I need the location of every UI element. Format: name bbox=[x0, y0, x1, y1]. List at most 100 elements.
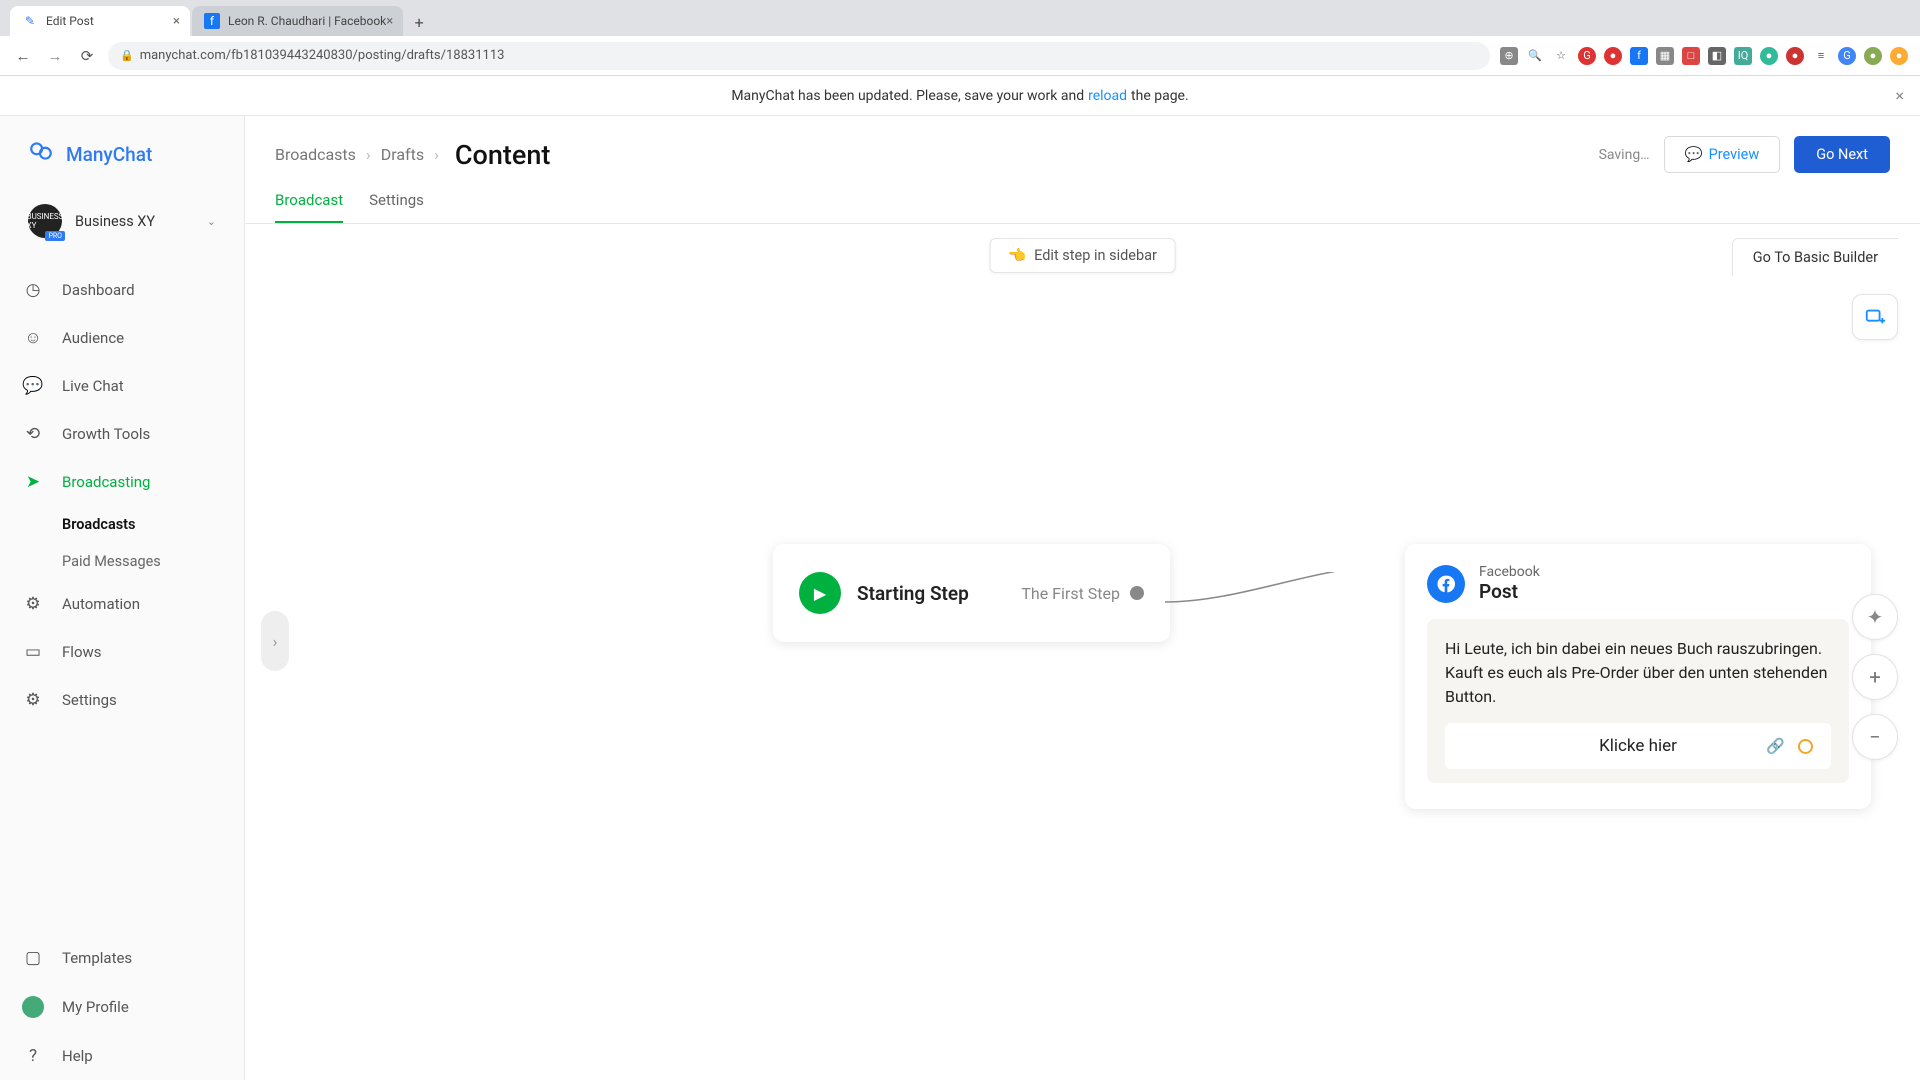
pointer-icon: 👈 bbox=[1008, 247, 1026, 264]
close-icon[interactable]: × bbox=[386, 14, 393, 29]
node-platform: Facebook bbox=[1479, 564, 1540, 580]
sidebar-item-label: Help bbox=[62, 1047, 93, 1065]
extension-icon[interactable]: ◧ bbox=[1708, 47, 1726, 65]
browser-tab[interactable]: f Leon R. Chaudhari | Facebook × bbox=[192, 6, 403, 36]
sidebar-collapse-handle[interactable]: › bbox=[261, 611, 289, 671]
extension-icon[interactable]: □ bbox=[1682, 47, 1700, 65]
play-icon: ▶ bbox=[799, 572, 841, 614]
sidebar-item-label: Templates bbox=[62, 949, 132, 967]
back-button[interactable]: ← bbox=[12, 47, 34, 65]
sidebar-item-help[interactable]: ? Help bbox=[0, 1032, 244, 1080]
page-header: Broadcasts › Drafts › Content Saving… 💬 … bbox=[245, 116, 1920, 173]
post-body: Hi Leute, ich bin dabei ein neues Buch r… bbox=[1427, 619, 1849, 783]
help-icon: ? bbox=[22, 1046, 44, 1066]
extension-icon[interactable]: ⊕ bbox=[1500, 47, 1518, 65]
browser-tab-active[interactable]: ✎ Edit Post × bbox=[10, 6, 190, 36]
extension-icon[interactable]: ▦ bbox=[1656, 47, 1674, 65]
tab-title: Leon R. Chaudhari | Facebook bbox=[228, 14, 386, 28]
sidebar-item-growth-tools[interactable]: ⟲ Growth Tools bbox=[0, 410, 244, 458]
tab-settings[interactable]: Settings bbox=[369, 191, 424, 223]
sidebar-subitem-paid-messages[interactable]: Paid Messages bbox=[0, 543, 244, 580]
flow-node-facebook-post[interactable]: Facebook Post Hi Leute, ich bin dabei ei… bbox=[1405, 544, 1871, 809]
sidebar-subitem-broadcasts[interactable]: Broadcasts bbox=[0, 506, 244, 543]
extension-icon[interactable]: 🔍 bbox=[1526, 47, 1544, 65]
extension-icon[interactable]: IQ bbox=[1734, 47, 1752, 65]
sidebar-item-label: Audience bbox=[62, 329, 124, 347]
auto-arrange-button[interactable]: ✦ bbox=[1852, 594, 1898, 640]
tab-title: Edit Post bbox=[46, 14, 94, 28]
flow-canvas[interactable]: 👈 Edit step in sidebar Go To Basic Build… bbox=[245, 224, 1920, 1058]
growth-icon: ⟲ bbox=[22, 424, 44, 444]
sidebar-item-settings[interactable]: ⚙ Settings bbox=[0, 676, 244, 724]
post-action-button[interactable]: Klicke hier 🔗 bbox=[1445, 723, 1831, 769]
extension-icon[interactable]: ≡ bbox=[1812, 47, 1830, 65]
profile-avatar-icon[interactable]: ● bbox=[1864, 47, 1882, 65]
tab-broadcast[interactable]: Broadcast bbox=[275, 191, 343, 223]
link-icon: 🔗 bbox=[1766, 737, 1785, 755]
sidebar-item-flows[interactable]: ▭ Flows bbox=[0, 628, 244, 676]
basic-builder-button[interactable]: Go To Basic Builder bbox=[1732, 238, 1898, 276]
extension-icons: ⊕ 🔍 ☆ G ● f ▦ □ ◧ IQ ● ● ≡ G ● ● bbox=[1500, 47, 1908, 65]
url-text: manychat.com/fb181039443240830/posting/d… bbox=[140, 48, 505, 63]
close-icon[interactable]: × bbox=[173, 14, 180, 29]
node-subtitle: The First Step bbox=[1021, 584, 1144, 603]
go-next-button[interactable]: Go Next bbox=[1794, 136, 1890, 173]
reload-button[interactable]: ⟳ bbox=[76, 47, 98, 65]
extension-icon[interactable]: f bbox=[1630, 47, 1648, 65]
zoom-in-button[interactable]: + bbox=[1852, 654, 1898, 700]
browser-toolbar: ← → ⟳ 🔒 manychat.com/fb181039443240830/p… bbox=[0, 36, 1920, 76]
sidebar-item-automation[interactable]: ⚙ Automation bbox=[0, 580, 244, 628]
tab-favicon: ✎ bbox=[22, 13, 38, 29]
sidebar-item-label: Broadcasting bbox=[62, 473, 150, 491]
flow-node-starting-step[interactable]: ▶ Starting Step The First Step bbox=[773, 544, 1170, 642]
sidebar-item-broadcasting[interactable]: ➤ Broadcasting bbox=[0, 458, 244, 506]
account-name: Business XY bbox=[75, 213, 207, 230]
sidebar-item-dashboard[interactable]: ◷ Dashboard bbox=[0, 266, 244, 314]
automation-icon: ⚙ bbox=[22, 594, 44, 614]
logo-icon bbox=[28, 138, 54, 170]
post-text: Hi Leute, ich bin dabei ein neues Buch r… bbox=[1445, 637, 1831, 709]
broadcast-icon: ➤ bbox=[22, 472, 44, 492]
close-icon[interactable]: × bbox=[1895, 86, 1904, 105]
extension-icon[interactable]: ● bbox=[1890, 47, 1908, 65]
pro-badge: PRO bbox=[45, 231, 65, 241]
update-banner: ManyChat has been updated. Please, save … bbox=[0, 76, 1920, 116]
flow-connector bbox=[1165, 572, 1405, 612]
edit-step-sidebar-button[interactable]: 👈 Edit step in sidebar bbox=[989, 238, 1176, 273]
dashboard-icon: ◷ bbox=[22, 280, 44, 300]
extension-icon[interactable]: ● bbox=[1760, 47, 1778, 65]
new-tab-button[interactable]: + bbox=[405, 8, 433, 36]
account-switcher[interactable]: BUSINESS XY PRO Business XY ⌄ bbox=[10, 192, 234, 250]
sidebar-item-profile[interactable]: My Profile bbox=[0, 982, 244, 1032]
sidebar-item-templates[interactable]: ▢ Templates bbox=[0, 934, 244, 982]
node-subtitle-text: The First Step bbox=[1021, 584, 1120, 603]
extension-icon[interactable]: ☆ bbox=[1552, 47, 1570, 65]
sidebar-item-label: My Profile bbox=[62, 998, 129, 1016]
add-card-button[interactable] bbox=[1852, 294, 1898, 340]
account-avatar: BUSINESS XY PRO bbox=[28, 204, 62, 238]
zoom-out-button[interactable]: − bbox=[1852, 714, 1898, 760]
output-port[interactable] bbox=[1798, 739, 1813, 754]
banner-text-prefix: ManyChat has been updated. Please, save … bbox=[731, 88, 1084, 104]
breadcrumb-link[interactable]: Broadcasts bbox=[275, 145, 356, 164]
forward-button[interactable]: → bbox=[44, 47, 66, 65]
banner-text-suffix: the page. bbox=[1131, 88, 1189, 104]
logo[interactable]: ManyChat bbox=[0, 138, 244, 192]
address-bar[interactable]: 🔒 manychat.com/fb181039443240830/posting… bbox=[108, 42, 1490, 70]
sidebar-item-label: Live Chat bbox=[62, 377, 124, 395]
preview-button[interactable]: 💬 Preview bbox=[1664, 136, 1781, 173]
sidebar-item-live-chat[interactable]: 💬 Live Chat bbox=[0, 362, 244, 410]
breadcrumb-link[interactable]: Drafts bbox=[381, 145, 424, 164]
extension-icon[interactable]: G bbox=[1578, 47, 1596, 65]
extension-icon[interactable]: G bbox=[1838, 47, 1856, 65]
extension-icon[interactable]: ● bbox=[1604, 47, 1622, 65]
banner-reload-link[interactable]: reload bbox=[1088, 88, 1127, 104]
sidebar-item-audience[interactable]: ☺ Audience bbox=[0, 314, 244, 362]
output-port[interactable] bbox=[1130, 586, 1144, 600]
audience-icon: ☺ bbox=[22, 328, 44, 348]
extension-icon[interactable]: ● bbox=[1786, 47, 1804, 65]
saving-status: Saving… bbox=[1599, 147, 1650, 163]
chat-icon: 💬 bbox=[22, 376, 44, 396]
chevron-down-icon: ⌄ bbox=[207, 215, 216, 228]
canvas-tool-rail bbox=[1852, 294, 1898, 340]
